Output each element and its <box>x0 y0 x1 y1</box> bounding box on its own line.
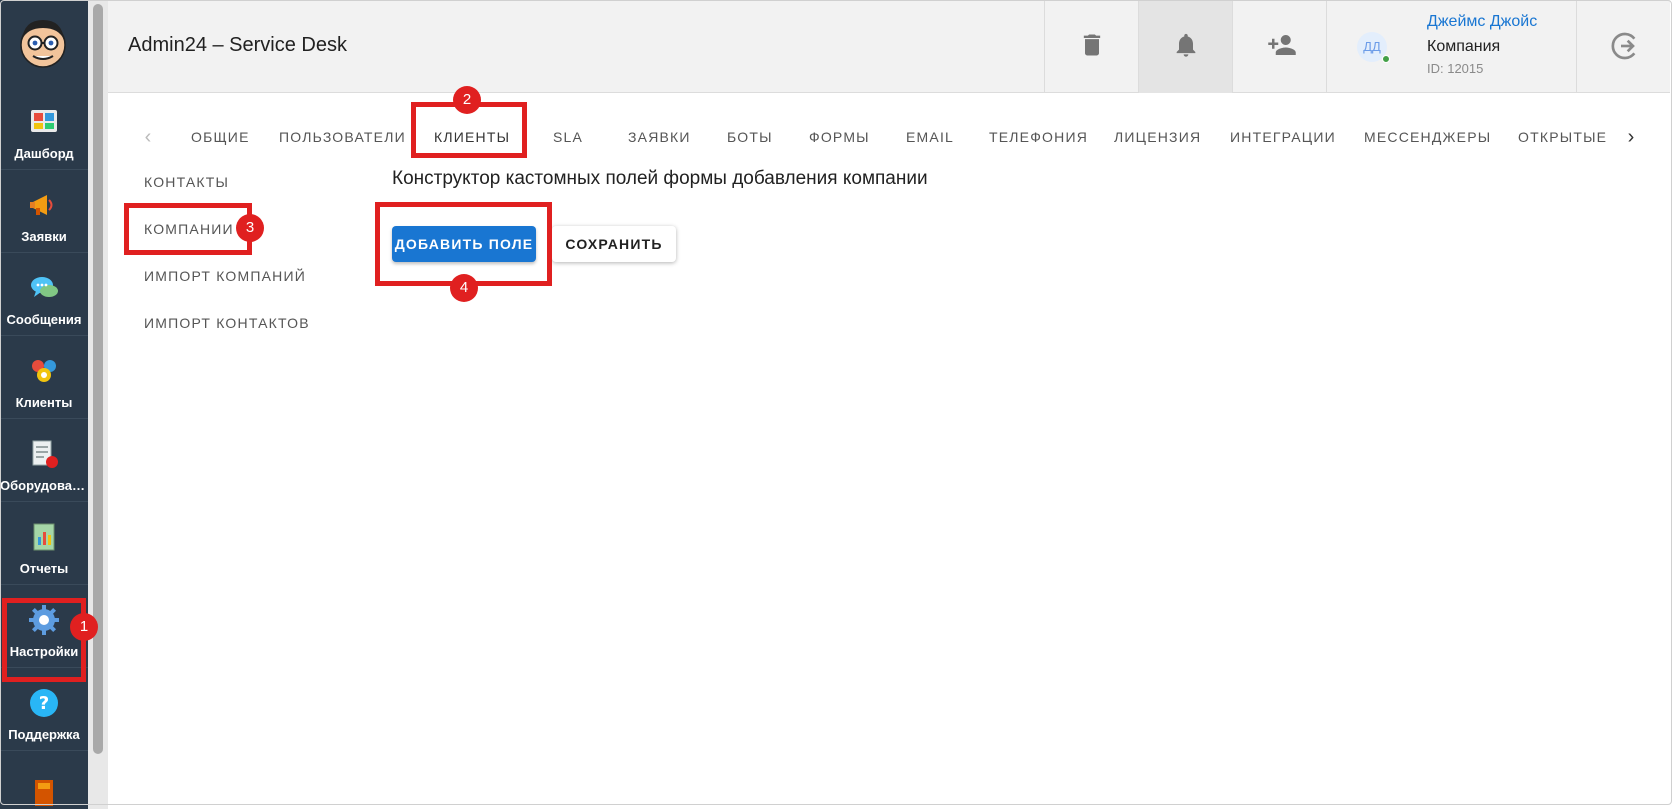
annotation-box-companies <box>124 203 252 255</box>
nav-item-messages[interactable]: Сообщения <box>0 254 88 336</box>
nav-label: Отчеты <box>19 561 69 576</box>
nav-item-dashboard[interactable]: Дашборд <box>0 88 88 170</box>
page-title: Конструктор кастомных полей формы добавл… <box>392 168 928 189</box>
tab-users[interactable]: ПОЛЬЗОВАТЕЛИ <box>279 123 406 151</box>
add-user-icon <box>1268 35 1296 55</box>
app-title: Admin24 – Service Desk <box>128 34 347 56</box>
notifications-button[interactable] <box>1138 0 1232 93</box>
reports-icon <box>33 523 55 551</box>
user-company: Компания <box>1427 38 1501 55</box>
help-icon: ? <box>30 689 58 717</box>
annotation-box-settings <box>2 598 86 682</box>
nav-item-clients[interactable]: Клиенты <box>0 337 88 419</box>
tab-requests[interactable]: ЗАЯВКИ <box>628 123 691 151</box>
left-nav: Дашборд Заявки Сообщения Клиенты Оборудо… <box>0 0 88 809</box>
tab-sla[interactable]: SLA <box>553 123 583 151</box>
nav-item-equipment[interactable]: Оборудован… <box>0 420 88 502</box>
svg-text:?: ? <box>39 693 49 714</box>
equipment-icon <box>32 440 58 468</box>
top-header: Admin24 – Service Desk ДД Джеймс Джойс К… <box>108 0 1670 93</box>
chat-icon <box>31 277 58 297</box>
bell-icon <box>1176 33 1196 57</box>
app-window: Дашборд Заявки Сообщения Клиенты Оборудо… <box>0 0 1680 809</box>
annotation-badge: 4 <box>450 274 478 302</box>
nav-item-requests[interactable]: Заявки <box>0 171 88 253</box>
nav-item-reports[interactable]: Отчеты <box>0 503 88 585</box>
clients-icon <box>32 360 56 382</box>
tab-email[interactable]: EMAIL <box>906 123 954 151</box>
tab-integrations[interactable]: ИНТЕГРАЦИИ <box>1230 123 1336 151</box>
annotation-badge: 2 <box>453 86 481 114</box>
tab-open[interactable]: ОТКРЫТЫЕ <box>1518 123 1607 151</box>
nav-label: Оборудован… <box>0 478 88 493</box>
save-button[interactable]: СОХРАНИТЬ <box>552 226 676 262</box>
nav-label: Сообщения <box>6 312 82 327</box>
tabs-scroll-right-icon[interactable]: › <box>1619 123 1643 151</box>
user-profile[interactable]: ДД Джеймс Джойс Компания ID: 12015 <box>1326 0 1576 93</box>
user-id: ID: 12015 <box>1427 61 1484 76</box>
nav-label: Клиенты <box>15 395 73 410</box>
tab-telephony[interactable]: ТЕЛЕФОНИЯ <box>989 123 1088 151</box>
online-status-dot <box>1382 55 1390 63</box>
submenu-import-contacts[interactable]: ИМПОРТ КОНТАКТОВ <box>144 315 310 331</box>
trash-button[interactable] <box>1044 0 1138 93</box>
nav-scrollbar[interactable] <box>88 0 108 809</box>
dashboard-icon <box>31 110 57 132</box>
submenu-contacts[interactable]: КОНТАКТЫ <box>144 174 229 190</box>
add-user-button[interactable] <box>1232 0 1326 93</box>
book-icon <box>35 780 53 806</box>
logo-avatar[interactable] <box>14 14 72 72</box>
scrollbar-thumb[interactable] <box>93 4 103 754</box>
trash-icon <box>1083 34 1101 56</box>
nav-label: Поддержка <box>8 727 80 742</box>
settings-tabs: ‹ ОБЩИЕ ПОЛЬЗОВАТЕЛИ КЛИЕНТЫ SLA ЗАЯВКИ … <box>108 93 1670 173</box>
tab-bots[interactable]: БОТЫ <box>727 123 773 151</box>
annotation-badge: 1 <box>70 613 98 641</box>
tabs-scroll-left-icon[interactable]: ‹ <box>136 123 160 151</box>
user-name[interactable]: Джеймс Джойс <box>1427 13 1537 31</box>
tab-general[interactable]: ОБЩИЕ <box>191 123 250 151</box>
megaphone-icon <box>30 195 53 215</box>
nav-label: Заявки <box>21 229 67 244</box>
annotation-badge: 3 <box>236 214 264 242</box>
submenu-import-companies[interactable]: ИМПОРТ КОМПАНИЙ <box>144 268 306 284</box>
logout-button[interactable] <box>1576 0 1670 93</box>
tab-forms[interactable]: ФОРМЫ <box>809 123 870 151</box>
tab-messengers[interactable]: МЕССЕНДЖЕРЫ <box>1364 123 1491 151</box>
tab-license[interactable]: ЛИЦЕНЗИЯ <box>1114 123 1201 151</box>
logout-icon <box>1611 32 1636 60</box>
nav-item-more[interactable] <box>0 752 88 809</box>
nav-label: Дашборд <box>14 146 74 161</box>
